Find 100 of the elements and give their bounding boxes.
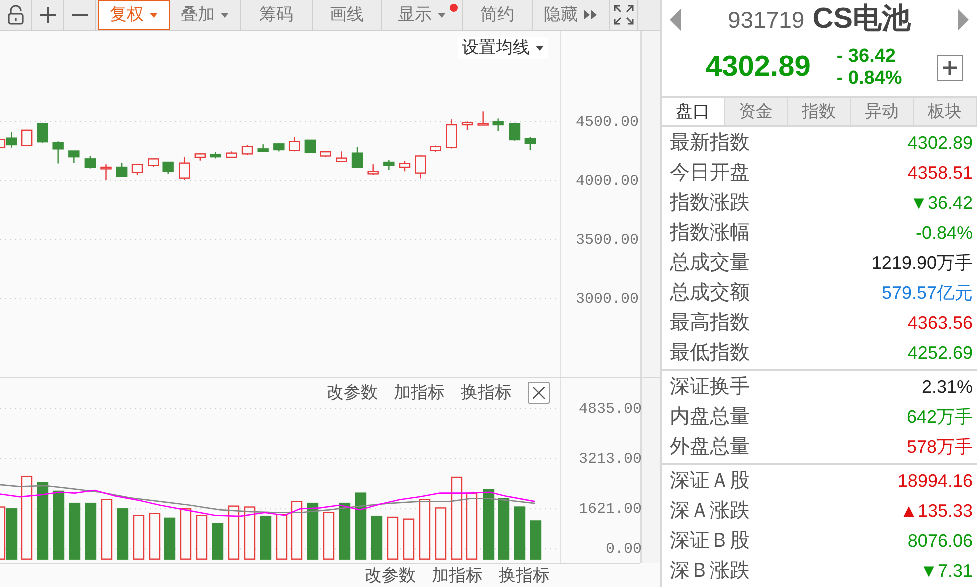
volume-bar	[371, 516, 383, 560]
volume-bar	[53, 490, 65, 560]
axis-label: 4000.00	[576, 172, 640, 192]
candlestick	[84, 156, 96, 169]
stat-label: 深证Ｂ股	[670, 529, 750, 554]
volume-bar	[69, 502, 81, 560]
candlestick	[242, 145, 254, 155]
candlestick	[52, 142, 64, 164]
volume-bar	[530, 520, 542, 560]
plus-icon	[40, 7, 56, 23]
volume-bar	[339, 502, 351, 560]
stat-value: 4363.56	[908, 312, 973, 334]
panel-tab[interactable]: 资金	[725, 98, 788, 125]
volume-bar	[466, 492, 478, 560]
stat-value: 579.57亿元	[882, 282, 973, 304]
left-arrow-icon[interactable]	[670, 9, 682, 31]
candlestick	[37, 122, 49, 143]
volume-bar	[307, 502, 319, 560]
plus-icon	[942, 60, 958, 76]
stat-value: 642万手	[906, 406, 973, 428]
candlestick	[258, 144, 269, 152]
volume-bar	[149, 513, 161, 560]
volume-bar	[164, 518, 176, 560]
volume-bar	[323, 512, 335, 560]
candlestick	[274, 144, 285, 152]
stat-label: 最低指数	[670, 341, 750, 366]
stat-label: 深Ａ涨跌	[670, 499, 750, 524]
stat-value: ▲135.33	[900, 500, 973, 522]
volume-bar	[133, 515, 145, 560]
indicator-action-link[interactable]: 加指标	[394, 380, 445, 406]
stock-name: CS电池	[812, 2, 912, 38]
stat-value: ▼36.42	[910, 192, 973, 214]
stat-label: 深证换手	[670, 375, 750, 400]
right-arrow-icon[interactable]	[956, 9, 969, 31]
candlestick	[336, 152, 348, 162]
candlestick	[226, 152, 238, 158]
volume-bar	[101, 499, 113, 560]
indicator-action-link[interactable]: 改参数	[327, 380, 378, 406]
stock-code: 931719	[728, 6, 805, 36]
volume-bar	[403, 518, 415, 560]
stat-value: 578万手	[906, 436, 973, 458]
volume-bar	[276, 514, 288, 560]
candlestick	[320, 151, 332, 158]
candlestick	[304, 140, 316, 154]
candlestick	[288, 138, 300, 152]
volume-bar	[435, 508, 447, 560]
stat-label: 最新指数	[670, 131, 750, 156]
candlestick	[210, 152, 222, 159]
close-icon	[533, 387, 545, 399]
indicator-action-link[interactable]: 换指标	[461, 380, 512, 406]
stat-label: 内盘总量	[670, 405, 750, 430]
candlestick	[446, 120, 458, 149]
candlestick	[21, 130, 33, 146]
stat-label: 指数涨跌	[670, 191, 750, 216]
candlestick	[148, 158, 160, 168]
stat-label: 总成交量	[670, 251, 750, 276]
stat-value: 18994.16	[898, 470, 973, 492]
toolbar-tab[interactable]: 复权	[98, 0, 170, 30]
indicator-action-link[interactable]: 换指标	[499, 564, 550, 586]
candlestick	[524, 138, 536, 150]
lock-icon	[6, 5, 24, 25]
candlestick	[492, 118, 504, 132]
volume-bar	[419, 499, 431, 560]
axis-label: 3213.00	[578, 450, 642, 470]
axis-label: 4835.00	[578, 400, 642, 420]
candlestick	[368, 164, 379, 175]
candlestick	[68, 150, 80, 164]
panel-tab[interactable]: 指数	[788, 98, 851, 125]
candlestick	[399, 161, 411, 172]
candlestick	[194, 153, 206, 161]
candlestick	[509, 122, 521, 141]
stat-value: 1219.90万手	[872, 252, 973, 274]
axis-label: 4500.00	[576, 113, 640, 133]
volume-bar	[514, 506, 526, 560]
panel-tab[interactable]: 板块	[914, 98, 977, 125]
panel-tab[interactable]: 异动	[851, 98, 914, 125]
add-button[interactable]	[937, 54, 963, 81]
axis-label: 0.00	[606, 540, 642, 560]
stat-value: ▼7.31	[920, 560, 973, 582]
candlestick	[116, 163, 128, 178]
stat-label: 深证Ａ股	[670, 469, 750, 494]
volume-bar	[244, 506, 256, 560]
volume-bar	[387, 516, 399, 560]
volume-bar	[228, 506, 240, 560]
price-change: - 36.42	[836, 46, 897, 68]
candlestick	[430, 146, 442, 152]
close-button[interactable]	[528, 382, 550, 404]
indicator-action-link[interactable]: 加指标	[432, 564, 483, 586]
volume-bar	[355, 492, 367, 560]
indicator-action-link[interactable]: 改参数	[365, 564, 416, 586]
candlestick	[384, 160, 395, 170]
current-price: 4302.89	[706, 50, 811, 86]
volume-bar	[291, 501, 303, 560]
stat-value: 2.31%	[922, 376, 973, 398]
volume-bar	[117, 508, 129, 560]
stat-label: 深Ｂ涨跌	[670, 559, 750, 584]
candlestick	[178, 157, 190, 180]
candlestick	[100, 164, 112, 180]
volume-bar	[212, 523, 224, 560]
double-arrow-icon	[584, 10, 598, 20]
